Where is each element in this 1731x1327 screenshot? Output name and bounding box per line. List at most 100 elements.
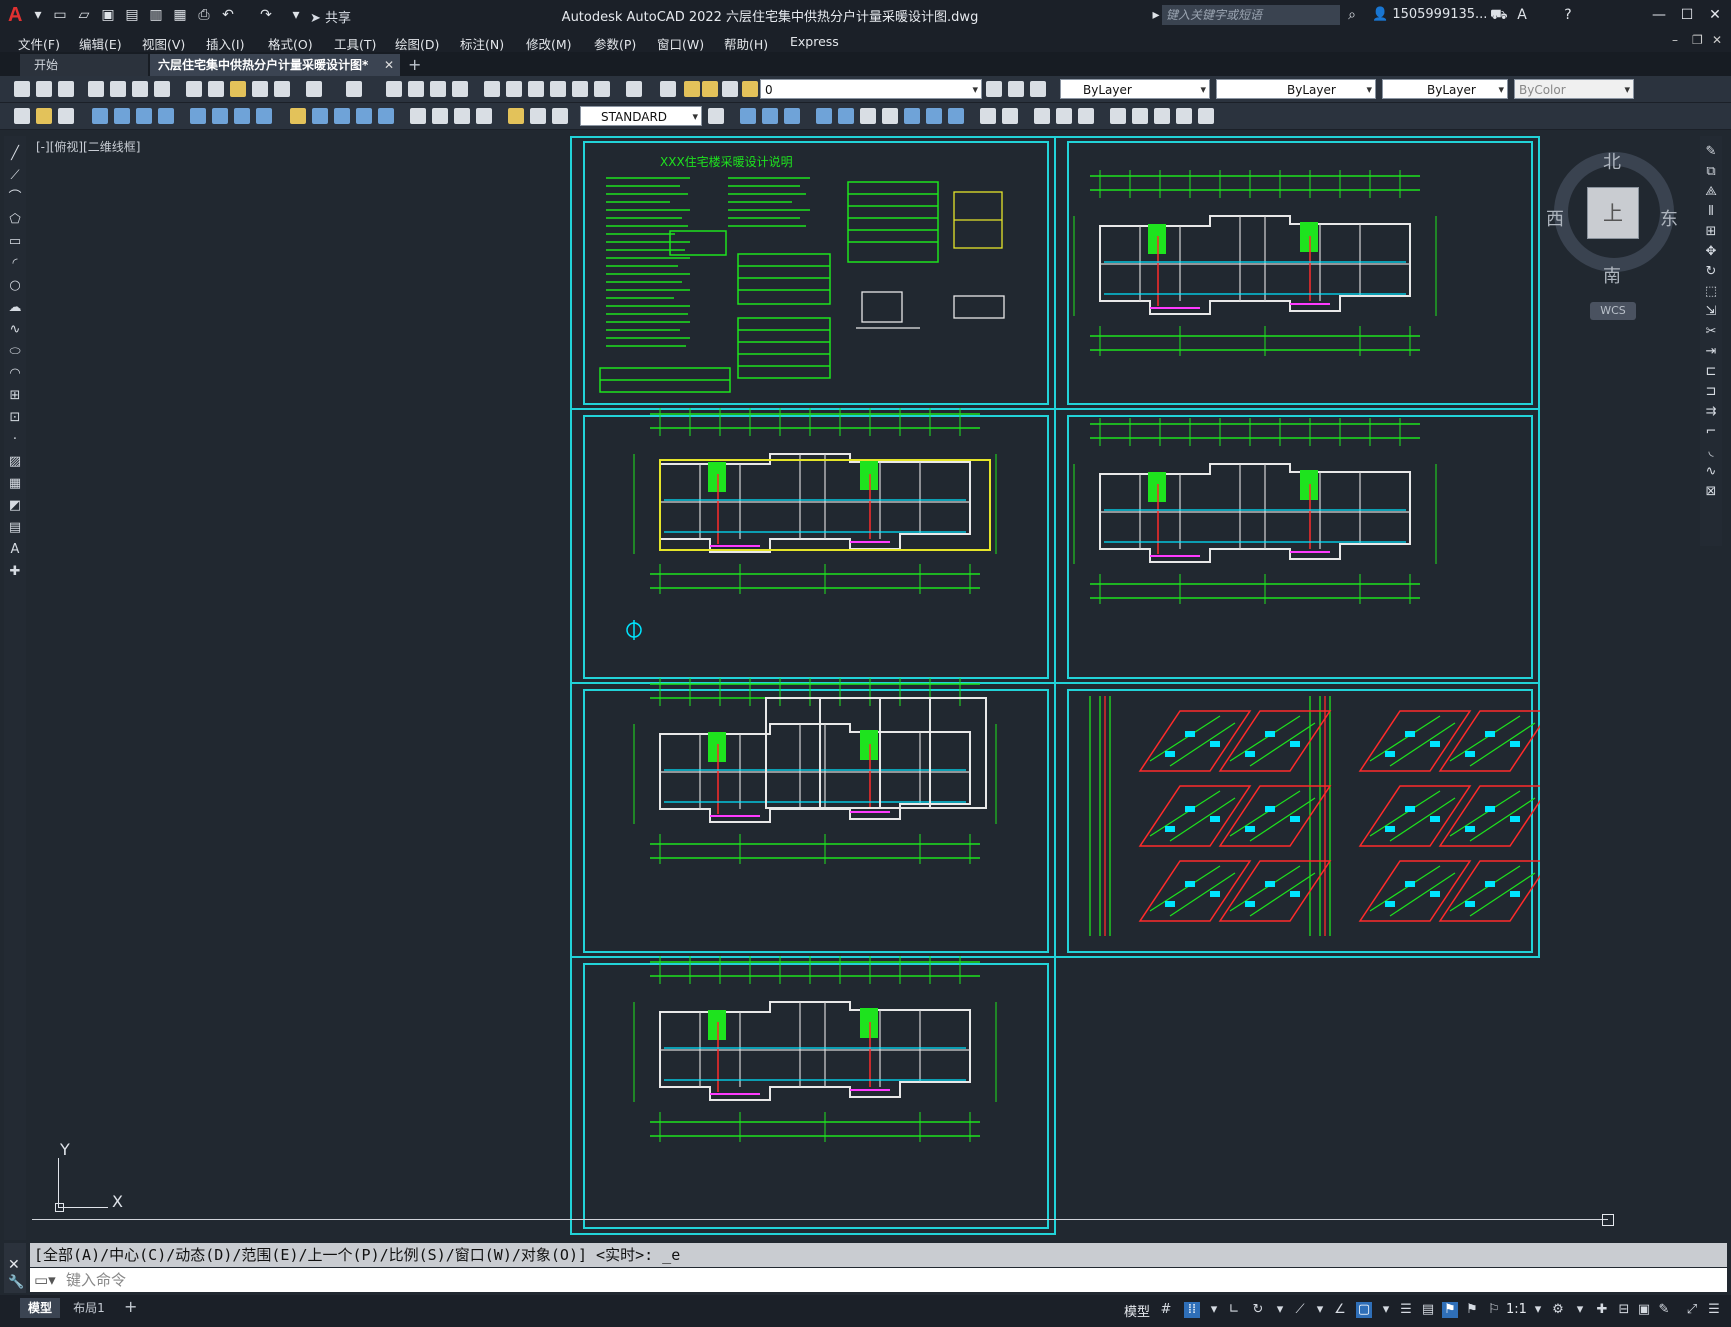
dimension-text-edit-icon[interactable] (530, 108, 546, 124)
modify-icon-9[interactable] (1002, 108, 1018, 124)
zoom-realtime-icon[interactable] (408, 81, 424, 97)
rectangle-icon[interactable]: ▭ (7, 234, 23, 250)
menu-window[interactable]: 窗口(W) (657, 34, 704, 53)
close-button[interactable]: ✕ (1704, 5, 1726, 25)
fillet-icon[interactable]: ◟ (1703, 444, 1719, 460)
draworder-front-icon[interactable] (740, 108, 756, 124)
zoom-window-icon[interactable] (430, 81, 446, 97)
linetype-dropdown[interactable]: ByLayer (1216, 79, 1376, 99)
plot-icon[interactable]: ⎙ (196, 7, 212, 23)
open-icon[interactable] (36, 81, 52, 97)
sheet-set-icon[interactable] (550, 81, 566, 97)
osnap-chevron-icon[interactable]: ▾ (1378, 1302, 1394, 1318)
menu-express[interactable]: Express (790, 34, 839, 49)
help-toolbar-icon[interactable] (626, 81, 642, 97)
menu-tools[interactable]: 工具(T) (334, 34, 376, 53)
viewport-controls[interactable]: [-][俯视][二维线框] (36, 138, 140, 155)
search-icon[interactable]: ⌕ (1344, 7, 1360, 23)
offset-icon[interactable]: ⫴ (1703, 204, 1719, 220)
edit-icon-1[interactable] (14, 108, 30, 124)
jogged-dimension-icon[interactable] (212, 108, 228, 124)
quick-properties-icon[interactable]: ▣ (1636, 1302, 1652, 1318)
customize-wrench-icon[interactable]: 🔧 (8, 1275, 24, 1290)
modify-icon-13[interactable] (1110, 108, 1126, 124)
break-icon[interactable]: ⊐ (1703, 384, 1719, 400)
gradient-icon[interactable]: ▦ (7, 476, 23, 492)
modify-icon-11[interactable] (1056, 108, 1072, 124)
maximize-button[interactable]: ☐ (1676, 5, 1698, 25)
dimension-space-icon[interactable] (356, 108, 372, 124)
new-tab-button[interactable]: + (408, 55, 421, 74)
angular-dimension-icon[interactable] (256, 108, 272, 124)
tab-start[interactable]: 开始 (20, 54, 148, 76)
linear-dimension-icon[interactable] (92, 108, 108, 124)
modify-icon-15[interactable] (1154, 108, 1170, 124)
doc-close-button[interactable]: ✕ (1712, 33, 1722, 47)
dimstyle-manager-icon[interactable] (708, 108, 724, 124)
layer-freeze-icon[interactable] (702, 81, 718, 97)
publish-icon[interactable] (132, 81, 148, 97)
insert-block-icon[interactable]: ⊞ (7, 388, 23, 404)
layer-on-icon[interactable] (684, 81, 700, 97)
break-at-point-icon[interactable]: ⊏ (1703, 364, 1719, 380)
doc-restore-button[interactable]: ❐ (1692, 33, 1703, 47)
modify-icon-12[interactable] (1078, 108, 1094, 124)
modify-icon-17[interactable] (1198, 108, 1214, 124)
menu-edit[interactable]: 编辑(E) (79, 34, 122, 53)
rotate-icon[interactable]: ↻ (1703, 264, 1719, 280)
modify-icon-6[interactable] (926, 108, 942, 124)
color-dropdown[interactable]: ByLayer (1060, 79, 1210, 99)
stretch-icon[interactable]: ⇲ (1703, 304, 1719, 320)
polar-chevron-icon[interactable]: ▾ (1272, 1302, 1288, 1318)
lineweight-icon[interactable]: ☰ (1398, 1302, 1414, 1318)
snap-icon[interactable]: ⁞⁞ (1184, 1302, 1200, 1318)
design-center-icon[interactable] (506, 81, 522, 97)
command-close-icon[interactable]: ✕ (8, 1257, 20, 1273)
ordinate-dimension-icon[interactable] (158, 108, 174, 124)
ellipse-arc-icon[interactable]: ◠ (7, 366, 23, 382)
line-tool-icon[interactable]: ╱ (7, 146, 23, 162)
modify-icon-14[interactable] (1132, 108, 1148, 124)
layer-properties-icon[interactable] (660, 81, 676, 97)
minimize-button[interactable]: — (1648, 5, 1670, 25)
lineweight-dropdown[interactable]: ByLayer (1382, 79, 1508, 99)
menu-insert[interactable]: 插入(I) (206, 34, 244, 53)
customize-chevron-icon[interactable]: ▾ (288, 7, 304, 23)
mirror-icon[interactable]: ⟁ (1703, 184, 1719, 200)
tab-close-icon[interactable]: ✕ (384, 54, 394, 76)
quickcalc-icon[interactable] (594, 81, 610, 97)
layer-previous-icon[interactable] (1008, 81, 1024, 97)
units-icon[interactable]: ⊟ (1616, 1302, 1632, 1318)
polyline-icon[interactable]: ⌒ (7, 190, 23, 206)
tab-document[interactable]: 六层住宅集中供热分户计量采暖设计图* ✕ (150, 54, 400, 76)
modify-icon-4[interactable] (882, 108, 898, 124)
compass-east[interactable]: 东 (1660, 205, 1678, 231)
open-file-icon[interactable]: ▱ (76, 7, 92, 23)
redo-toolbar-icon[interactable] (346, 81, 362, 97)
copy-icon[interactable] (208, 81, 224, 97)
block-editor-icon[interactable] (274, 81, 290, 97)
viewcube-face[interactable]: 上 (1587, 187, 1639, 239)
spline-icon[interactable]: ∿ (7, 322, 23, 338)
compass-north[interactable]: 北 (1603, 148, 1621, 174)
modify-icon-3[interactable] (860, 108, 876, 124)
command-input[interactable]: ▭▾ 键入命令 (30, 1268, 1727, 1292)
app-menu-chevron-icon[interactable]: ▾ (30, 7, 46, 23)
compass-south[interactable]: 南 (1603, 262, 1621, 288)
modify-icon-16[interactable] (1176, 108, 1192, 124)
extents-grip[interactable] (1602, 1214, 1614, 1226)
command-line-grip[interactable]: ✕ 🔧 (4, 1243, 26, 1293)
dimstyle-dropdown[interactable]: STANDARD (580, 106, 702, 126)
make-block-icon[interactable]: ⊡ (7, 410, 23, 426)
tab-layout1[interactable]: 布局1 (66, 1298, 112, 1318)
dimension-update-icon[interactable] (552, 108, 568, 124)
join-icon[interactable]: ⇉ (1703, 404, 1719, 420)
trim-icon[interactable]: ✂ (1703, 324, 1719, 340)
workspace-chevron-icon[interactable]: ▾ (1572, 1302, 1588, 1318)
polygon-icon[interactable]: ⬠ (7, 212, 23, 228)
annotation-monitor-icon[interactable]: ✚ (1594, 1302, 1610, 1318)
new-file-icon[interactable]: ▭ (52, 7, 68, 23)
edit-icon-3[interactable] (58, 108, 74, 124)
clean-screen-icon[interactable]: ⤢ (1684, 1302, 1700, 1318)
save-icon[interactable]: ▣ (100, 7, 116, 23)
